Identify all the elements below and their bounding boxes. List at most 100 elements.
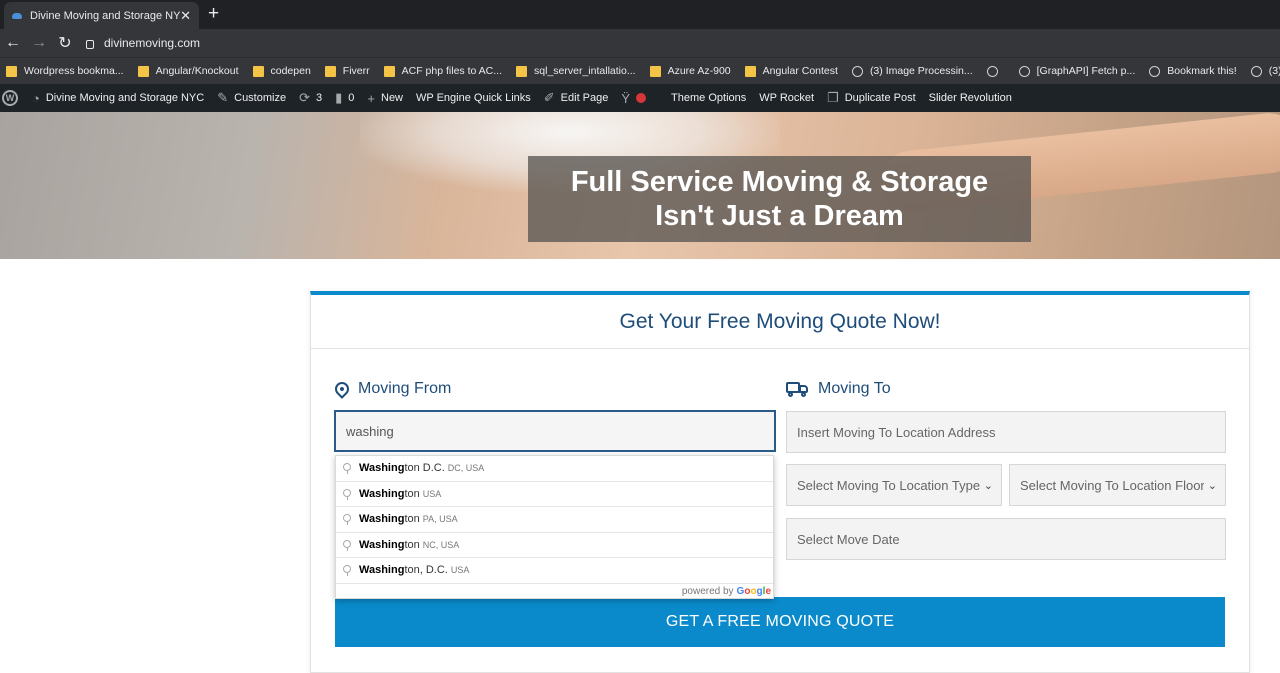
admin-theme-options[interactable]: Theme Options [671,92,746,104]
location-type-select[interactable]: Select Moving To Location Type ⌄ [786,464,1002,506]
bookmark-label: ACF php files to AC... [401,65,503,77]
site-favicon-icon [12,12,22,19]
globe-icon [851,65,863,77]
admin-updates[interactable]: ⟳ 3 [299,90,322,106]
suggestion-match: Washing [359,487,405,500]
bookmark-label: Bookmark this! [1167,65,1237,77]
close-icon[interactable]: ✕ [180,8,191,24]
pencil-icon: ✐ [543,90,555,105]
forward-arrow-icon[interactable]: → [26,34,52,52]
comment-icon: ▮ [335,90,343,105]
autocomplete-suggestion[interactable]: Washing ton NC, USA [336,533,773,558]
powered-by-text: powered by [681,586,734,597]
reload-icon[interactable]: ↻ [52,33,78,53]
map-pin-icon [343,463,351,475]
moving-to-label: Moving To [786,380,891,398]
folder-icon [383,65,395,77]
bookmark-item[interactable]: (3) Image Processin... [851,65,973,77]
move-date-input[interactable]: Select Move Date [786,518,1226,560]
google-logo-letter: e [765,586,771,597]
bookmark-label: (3) Image Processin... [869,65,973,77]
admin-slider-revolution[interactable]: Slider Revolution [929,92,1012,104]
plus-icon: + [367,90,375,106]
globe-icon [1149,65,1161,77]
suggestion-rest: ton [404,513,420,526]
moving-to-input[interactable]: Insert Moving To Location Address [786,411,1226,453]
suggestion-match: Washing [359,462,405,475]
bookmark-item[interactable]: [GraphAPI] Fetch p... [1018,65,1135,77]
globe-icon [986,65,998,77]
map-pin-icon [343,565,351,577]
brush-icon: ✎ [217,90,229,105]
url-text: divinemoving.com [104,36,201,50]
chevron-down-icon: ⌄ [983,479,993,492]
tab-title: Divine Moving and Storage NYC [30,9,180,22]
folder-icon [6,65,17,77]
autocomplete-suggestion[interactable]: Washing ton USA [336,482,773,507]
wp-admin-bar: W ◔ Divine Moving and Storage NYC ✎ Cust… [0,84,1280,112]
dashboard-icon: ◔ [32,90,40,106]
bookmark-label: (3) Image/Vide [1268,65,1280,77]
map-pin-icon [343,514,351,526]
location-floor-select[interactable]: Select Moving To Location Floor ⌄ [1009,464,1226,506]
new-tab-button[interactable]: + [208,3,219,25]
admin-wp-rocket[interactable]: WP Rocket [759,92,814,104]
bookmark-label: sql_server_intallatio... [534,65,636,77]
suggestion-match: Washing [359,513,405,526]
bookmark-label: codepen [270,65,311,77]
bookmark-item[interactable]: Angular Contest [744,65,838,77]
google-logo-letter: G [736,586,745,597]
bookmark-label: Wordpress bookma... [24,65,124,77]
admin-yoast[interactable]: Ÿ [621,91,658,106]
bookmark-item[interactable]: Azure Az-900 [649,65,731,77]
bookmark-item[interactable]: codepen [252,65,311,77]
truck-icon [786,381,810,397]
admin-customize[interactable]: ✎ Customize [217,90,286,106]
admin-wp-engine[interactable]: WP Engine Quick Links [416,92,531,104]
admin-duplicate-post[interactable]: ❐ Duplicate Post [827,90,916,106]
bookmark-label: Fiverr [342,65,370,77]
admin-new[interactable]: + New [367,91,403,106]
address-bar[interactable]: divinemoving.com [86,36,200,50]
bookmark-item[interactable]: Bookmark this! [1149,65,1237,77]
admin-site-name[interactable]: ◔ Divine Moving and Storage NYC [32,91,204,106]
browser-tab[interactable]: Divine Moving and Storage NYC ✕ [4,2,199,29]
folder-icon [649,65,661,77]
autocomplete-suggestion[interactable]: Washing ton D.C. DC, USA [336,456,773,482]
autocomplete-suggestion[interactable]: Washing ton, D.C. USA [336,558,773,584]
bookmark-label: Angular/Knockout [155,65,239,77]
hero-title-box: Full Service Moving & Storage Isn't Just… [528,156,1031,242]
moving-from-input[interactable]: washing [334,410,776,452]
browser-tab-bar: Divine Moving and Storage NYC ✕ + [0,0,1280,29]
suggestion-rest: ton [404,538,420,551]
suggestion-secondary: USA [422,488,442,499]
bookmark-item[interactable]: Angular/Knockout [137,65,239,77]
get-quote-button[interactable]: GET A FREE MOVING QUOTE [335,597,1225,647]
bookmark-item[interactable]: ACF php files to AC... [383,65,503,77]
bookmark-item[interactable]: Wordpress bookma... [6,65,124,77]
quote-form-card: Get Your Free Moving Quote Now! Moving F… [310,291,1250,673]
address-autocomplete-dropdown: Washing ton D.C. DC, USA Washing ton USA Washi… [335,455,774,599]
admin-comments[interactable]: ▮ 0 [335,90,354,106]
bookmark-item[interactable] [986,65,1005,77]
folder-icon [516,65,528,77]
bookmarks-bar: Wordpress bookma... Angular/Knockout codep… [0,57,1280,84]
admin-edit-page[interactable]: ✐ Edit Page [544,90,609,106]
autocomplete-suggestion[interactable]: Washing ton PA, USA [336,507,773,533]
bookmark-item[interactable]: sql_server_intallatio... [516,65,636,77]
folder-icon [252,65,264,77]
map-pin-icon [343,488,351,500]
suggestion-match: Washing [359,564,405,577]
chevron-down-icon: ⌄ [1207,479,1217,492]
suggestion-secondary: USA [450,565,470,576]
hero-title: Full Service Moving & Storage Isn't Just… [570,166,989,232]
bookmark-item[interactable]: Fiverr [324,65,370,77]
folder-icon [324,65,336,77]
hero-banner: Full Service Moving & Storage Isn't Just… [0,112,1280,259]
bookmark-item[interactable]: (3) Image/Vide [1250,65,1280,77]
suggestion-match: Washing [359,538,405,551]
back-arrow-icon[interactable]: ← [0,34,26,52]
wordpress-logo-icon[interactable]: W [2,90,18,106]
location-pin-icon [332,379,352,399]
quote-form-title: Get Your Free Moving Quote Now! [619,309,941,333]
